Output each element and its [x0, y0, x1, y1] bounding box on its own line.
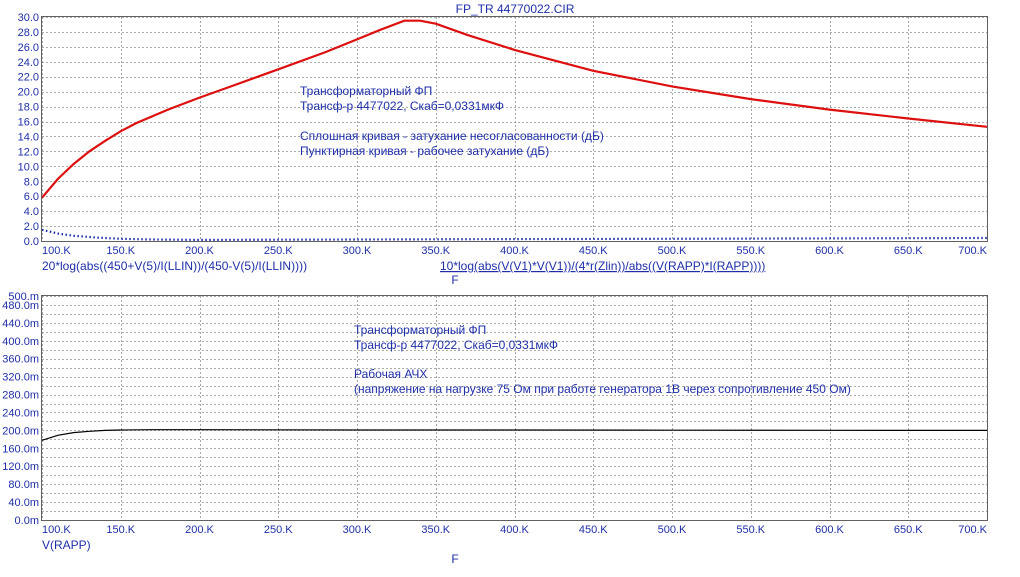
x-tick-labels: 100.K 150.K 200.K 250.K 300.K 350.K 400.K 450.K…: [42, 245, 988, 257]
x-axis-label: F: [451, 552, 458, 566]
x-tick-label: 200.K: [185, 245, 214, 257]
annotation-response: Рабочая АЧХ: [354, 367, 427, 381]
y-tick-label: 500.m: [8, 291, 39, 303]
x-tick-label: 100.K: [42, 245, 71, 257]
x-tick-label: 150.K: [106, 524, 135, 536]
attenuation-chart: 0.0 2.0 4.0 6.0 8.0 10.0 12.0 14.0 16.0 18.0 20.0 2…: [18, 12, 988, 287]
series-1-expression: 20*log(abs((450+V(5)/I(LLIN))/(450-V(5)/…: [42, 259, 307, 273]
series-group: [41, 429, 988, 441]
y-tick-label: 16.0: [18, 117, 39, 129]
series-2-expression: 10*log(abs(V(V1)*V(V1))/(4*r(Zlin))/abs(…: [440, 259, 765, 273]
y-tick-label: 400.0m: [2, 336, 39, 348]
y-tick-label: 280.0m: [2, 390, 39, 402]
annotation-transformer: Трансф-р 4477022, Скаб=0,0331мкФ: [300, 99, 504, 113]
x-tick-label: 300.K: [343, 245, 372, 257]
y-tick-label: 12.0: [18, 146, 39, 158]
y-tick-label: 28.0: [18, 27, 39, 39]
y-tick-label: 40.0m: [8, 497, 39, 509]
annotation-dotted-curve: Пунктирная кривая - рабочее затухание (д…: [300, 144, 549, 158]
y-tick-label: 4.0: [24, 206, 39, 218]
x-tick-label: 400.K: [500, 524, 529, 536]
y-tick-label: 160.0m: [2, 443, 39, 455]
x-tick-label: 550.K: [736, 524, 765, 536]
x-tick-label: 400.K: [500, 245, 529, 257]
y-tick-label: 20.0: [18, 87, 39, 99]
annotation-title: Трансформаторный ФП: [354, 323, 486, 337]
y-tick-label: 0.0: [24, 236, 39, 248]
x-tick-label: 600.K: [815, 524, 844, 536]
x-tick-label: 100.K: [42, 524, 71, 536]
x-tick-label: 500.K: [658, 524, 687, 536]
y-tick-label: 26.0: [18, 42, 39, 54]
x-tick-label: 700.K: [958, 245, 987, 257]
series-expression: V(RAPP): [42, 538, 91, 552]
y-tick-label: 0.0m: [15, 515, 39, 527]
x-tick-label: 200.K: [185, 524, 214, 536]
y-tick-label: 22.0: [18, 72, 39, 84]
y-tick-label: 14.0: [18, 131, 39, 143]
x-tick-label: 450.K: [579, 524, 608, 536]
x-tick-label: 350.K: [421, 524, 450, 536]
x-tick-label: 600.K: [815, 245, 844, 257]
plot-window: FP_TR 44770022.CIR 0.0 2.0 4.0 6.0 8.0 10.0 12…: [0, 0, 1020, 572]
series-line-2: [41, 228, 988, 242]
frequency-response-chart: 0.0m 40.0m 80.0m 120.0m 160.0m 200.0m 240.0m 28…: [2, 291, 988, 566]
y-tick-label: 240.0m: [2, 407, 39, 419]
series-line-1: [41, 429, 988, 441]
y-tick-label: 320.0m: [2, 372, 39, 384]
x-tick-label: 500.K: [658, 245, 687, 257]
y-tick-label: 200.0m: [2, 425, 39, 437]
plot-canvas: FP_TR 44770022.CIR 0.0 2.0 4.0 6.0 8.0 10.0 12…: [2, 2, 988, 566]
y-tick-label: 24.0: [18, 57, 39, 69]
plot-frame: [41, 295, 988, 521]
y-tick-label: 18.0: [18, 102, 39, 114]
y-tick-labels: 0.0m 40.0m 80.0m 120.0m 160.0m 200.0m 240.0m 28…: [2, 291, 39, 527]
x-tick-label: 250.K: [264, 524, 293, 536]
annotation-transformer: Трансф-р 4477022, Скаб=0,0331мкФ: [354, 338, 558, 352]
x-tick-label: 700.K: [958, 524, 987, 536]
y-tick-label: 8.0: [24, 176, 39, 188]
x-tick-label: 650.K: [894, 524, 923, 536]
y-tick-labels: 0.0 2.0 4.0 6.0 8.0 10.0 12.0 14.0 16.0 18.0 20.0 2…: [18, 12, 39, 248]
y-tick-label: 2.0: [24, 221, 39, 233]
window-title: FP_TR 44770022.CIR: [456, 2, 575, 16]
x-axis-label: F: [451, 273, 458, 287]
x-tick-label: 550.K: [736, 245, 765, 257]
x-tick-labels: 100.K 150.K 200.K 250.K 300.K 350.K 400.K 450.K…: [42, 524, 988, 536]
y-tick-label: 6.0: [24, 191, 39, 203]
y-tick-label: 440.0m: [2, 318, 39, 330]
x-tick-label: 300.K: [343, 524, 372, 536]
y-tick-label: 10.0: [18, 161, 39, 173]
y-tick-label: 360.0m: [2, 354, 39, 366]
x-tick-label: 150.K: [106, 245, 135, 257]
x-tick-label: 450.K: [579, 245, 608, 257]
y-tick-label: 80.0m: [8, 479, 39, 491]
annotation-conditions: (напряжение на нагрузке 75 Ом при работе…: [354, 382, 851, 396]
grid: [42, 296, 988, 521]
x-tick-label: 250.K: [264, 245, 293, 257]
y-tick-label: 30.0: [18, 12, 39, 24]
x-tick-label: 350.K: [421, 245, 450, 257]
y-tick-label: 120.0m: [2, 461, 39, 473]
annotation-title: Трансформаторный ФП: [300, 84, 432, 98]
annotation-solid-curve: Сплошная кривая - затухание несогласован…: [300, 129, 604, 143]
x-tick-label: 650.K: [894, 245, 923, 257]
